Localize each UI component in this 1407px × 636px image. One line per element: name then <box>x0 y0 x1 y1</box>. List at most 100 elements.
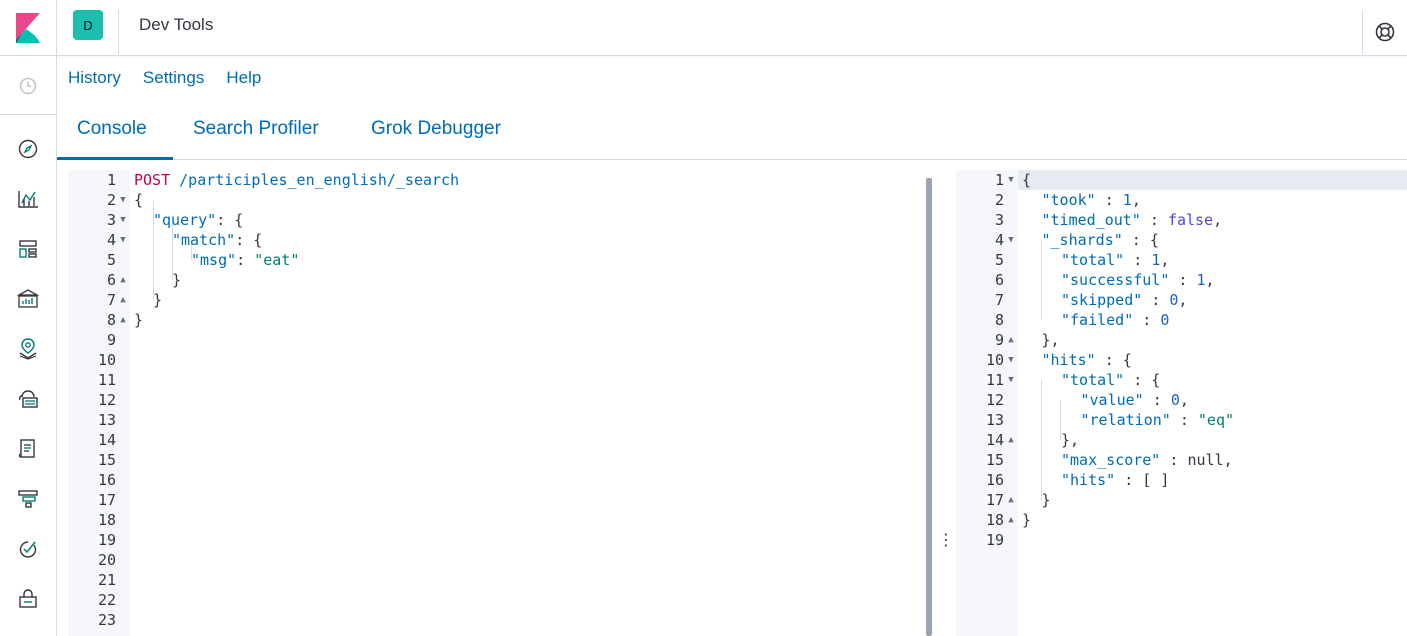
maps-icon[interactable] <box>14 335 42 363</box>
response-line: }, <box>1061 430 1079 450</box>
json-key: "timed_out" <box>1041 211 1141 229</box>
line-number: 18 ▲ <box>956 510 1018 530</box>
line-number: 4 ▼ <box>68 230 130 250</box>
fold-toggle-icon[interactable]: ▼ <box>1004 230 1018 250</box>
json-punc: } <box>1022 511 1032 529</box>
kibana-logo-icon <box>16 13 40 43</box>
line-number: 10 ▼ <box>956 350 1018 370</box>
tab-search-profiler[interactable]: Search Profiler <box>193 118 319 140</box>
uptime-icon[interactable] <box>14 535 42 563</box>
line-number: 22 <box>97 591 116 609</box>
apm-icon[interactable] <box>14 485 42 513</box>
response-line: "hits" : { <box>1042 350 1132 370</box>
fold-toggle-icon[interactable]: ▼ <box>1004 170 1018 190</box>
json-key: "total" <box>1061 371 1125 389</box>
request-line-3: "query": { <box>153 210 243 230</box>
logs-icon[interactable] <box>14 435 42 463</box>
json-value: false <box>1167 211 1214 229</box>
help-link[interactable]: Help <box>226 68 261 92</box>
json-key: "_shards" <box>1041 231 1123 249</box>
response-line: "skipped" : 0, <box>1061 290 1187 310</box>
line-number: 12 <box>97 391 116 409</box>
line-number: 17 <box>97 491 116 509</box>
json-key: "max_score" <box>1061 451 1161 469</box>
json-punc: } <box>1041 491 1051 509</box>
line-number: 23 <box>97 611 116 629</box>
json-punc: { <box>1022 171 1032 189</box>
response-line: { <box>1022 170 1031 190</box>
response-line: "total" : 1, <box>1061 250 1169 270</box>
tab-grok-debugger[interactable]: Grok Debugger <box>371 118 501 140</box>
response-line: "successful" : 1, <box>1061 270 1215 290</box>
line-number: 10 <box>97 351 116 369</box>
recently-viewed-icon[interactable] <box>14 72 42 100</box>
history-link[interactable]: History <box>68 68 121 92</box>
fold-toggle-icon[interactable]: ▲ <box>1004 430 1018 450</box>
json-value: "eq" <box>1197 411 1235 429</box>
visualize-icon[interactable] <box>14 185 42 213</box>
request-line-6: } <box>172 271 182 289</box>
response-gutter: 1 ▼ 2 3 4 ▼ 5 6 7 8 9 ▲ 10 ▼ 11 ▼ 12 13 14 ▲ 15 16 17 ▲ 18 ▲ 19 <box>956 170 1018 636</box>
line-number: 19 <box>985 531 1004 549</box>
fold-toggle-icon[interactable]: ▲ <box>116 310 130 330</box>
kibana-logo[interactable] <box>0 0 57 56</box>
help-menu-button[interactable] <box>1362 10 1407 54</box>
canvas-icon[interactable] <box>14 285 42 313</box>
json-string: "eat" <box>254 251 300 269</box>
discover-icon[interactable] <box>14 135 42 163</box>
tab-console[interactable]: Console <box>77 118 147 140</box>
fold-toggle-icon[interactable]: ▼ <box>1004 370 1018 390</box>
dev-tools-icon[interactable] <box>14 585 42 613</box>
request-scrollbar[interactable] <box>926 178 932 636</box>
settings-link[interactable]: Settings <box>143 68 204 92</box>
line-number: 11 ▼ <box>956 370 1018 390</box>
line-number: 17 ▲ <box>956 490 1018 510</box>
response-viewer[interactable]: 1 ▼ 2 3 4 ▼ 5 6 7 8 9 ▲ 10 ▼ 11 ▼ 12 13 14 ▲ 15 16 17 ▲ 18 ▲ 19 {"… <box>956 170 1407 636</box>
json-punc: , <box>1223 451 1233 469</box>
machine-learning-icon[interactable] <box>14 385 42 413</box>
line-number: 16 <box>97 471 116 489</box>
line-number: 14 <box>97 431 116 449</box>
line-number: 9 <box>106 331 116 349</box>
request-editor[interactable]: 1 2 ▼ 3 ▼ 4 ▼ 5 6 ▲ 7 ▲ 8 ▲ 9 10 11 12 13 14 15 16 17 18 19 20 21 2… <box>68 170 932 636</box>
line-number: 16 <box>985 471 1004 489</box>
json-punc: : { <box>235 231 263 249</box>
json-punc: , <box>1178 291 1188 309</box>
line-number: 15 <box>97 451 116 469</box>
json-key: "took" <box>1041 191 1096 209</box>
json-key: "failed" <box>1061 311 1134 329</box>
json-value: 1 <box>1151 251 1161 269</box>
json-punc: : <box>1142 291 1170 309</box>
request-url: /participles_en_english/_search <box>179 171 460 189</box>
json-punc: }, <box>1061 431 1080 449</box>
line-number: 18 <box>97 511 116 529</box>
space-avatar[interactable]: D <box>73 10 103 40</box>
json-punc: : <box>1124 251 1152 269</box>
request-line-1: POST /participles_en_english/_search <box>134 170 459 190</box>
json-key: "total" <box>1061 251 1125 269</box>
fold-toggle-icon[interactable]: ▼ <box>116 190 130 210</box>
dev-tools-menu: History Settings Help <box>68 68 261 92</box>
fold-toggle-icon[interactable]: ▲ <box>116 270 130 290</box>
fold-toggle-icon[interactable]: ▲ <box>1004 510 1018 530</box>
line-number: 7 <box>994 291 1004 309</box>
fold-toggle-icon[interactable]: ▼ <box>116 210 130 230</box>
fold-toggle-icon[interactable]: ▲ <box>1004 330 1018 350</box>
response-line: "relation" : "eq" <box>1081 410 1235 430</box>
side-nav <box>0 56 57 636</box>
json-key: "match" <box>172 231 236 249</box>
response-line: } <box>1022 510 1031 530</box>
active-tab-indicator <box>57 157 173 160</box>
json-punc: : <box>1143 391 1171 409</box>
pane-resize-handle[interactable]: ⋮ <box>938 530 954 549</box>
fold-toggle-icon[interactable]: ▲ <box>1004 490 1018 510</box>
fold-toggle-icon[interactable]: ▲ <box>116 290 130 310</box>
app-title: Dev Tools <box>139 15 214 34</box>
json-key: "skipped" <box>1061 291 1143 309</box>
dashboard-icon[interactable] <box>14 235 42 263</box>
json-punc: : <box>1133 311 1161 329</box>
fold-toggle-icon[interactable]: ▼ <box>116 230 130 250</box>
request-line-4: "match": { <box>172 230 262 250</box>
json-punc: : <box>1169 271 1197 289</box>
fold-toggle-icon[interactable]: ▼ <box>1004 350 1018 370</box>
